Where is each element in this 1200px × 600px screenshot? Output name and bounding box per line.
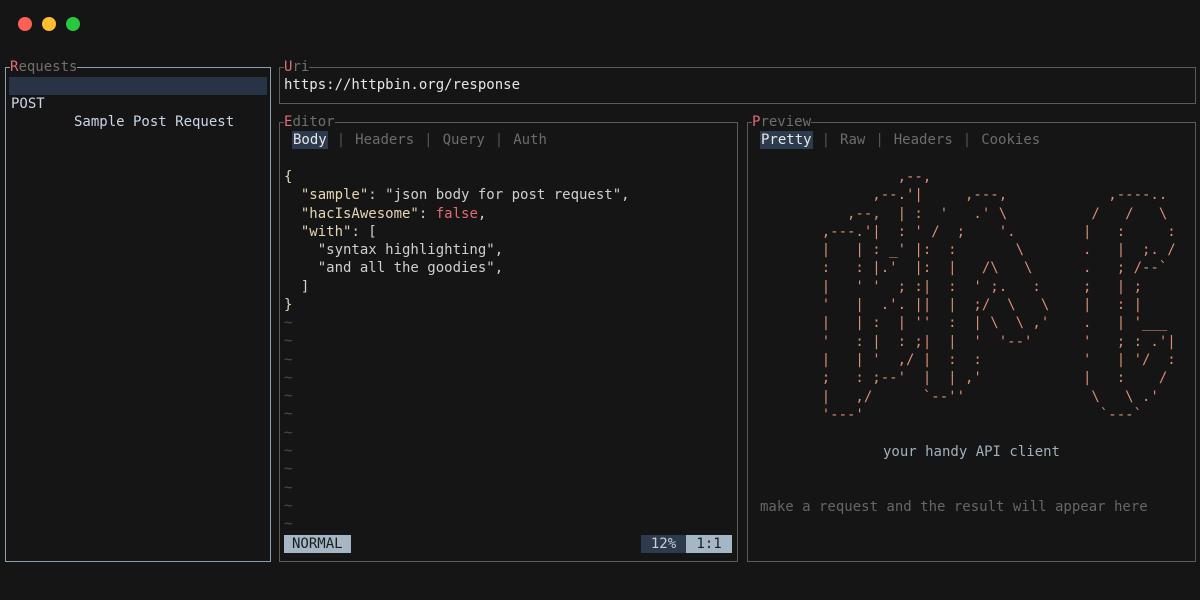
cursor-position: 1:1 [686, 535, 732, 553]
editor-panel[interactable]: Editor Body | Headers | Query | Auth { "… [279, 114, 738, 562]
tab-auth[interactable]: Auth [512, 131, 548, 149]
empty-line-marker: ~ [284, 461, 293, 478]
requests-panel-title: Requests [10, 59, 78, 75]
empty-line-marker: ~ [284, 497, 293, 514]
tab-preview-headers[interactable]: Headers [893, 131, 954, 149]
empty-line-marker: ~ [284, 406, 293, 423]
tab-headers[interactable]: Headers [354, 131, 415, 149]
empty-line-marker: ~ [284, 351, 293, 368]
tab-separator: | [821, 132, 831, 148]
tab-cookies[interactable]: Cookies [980, 131, 1041, 149]
request-name: Sample Post Request [74, 114, 235, 130]
tab-separator: | [494, 132, 504, 148]
preview-tabs: Pretty | Raw | Headers | Cookies [760, 131, 1041, 149]
code-line[interactable]: "and all the goodies", [284, 259, 630, 277]
tab-separator: | [336, 132, 346, 148]
empty-line-marker: ~ [284, 333, 293, 350]
tab-separator: | [424, 132, 433, 148]
uri-panel[interactable]: Uri https://httpbin.org/response [279, 59, 1196, 104]
code-line[interactable]: "sample": "json body for post request", [284, 186, 630, 204]
code-line[interactable]: ] [284, 278, 630, 296]
code-line[interactable]: "hacIsAwesome": false, [284, 205, 630, 223]
code-line[interactable]: } [284, 296, 630, 314]
editor-panel-title: Editor [284, 114, 335, 130]
hac-ascii-logo: ,--, ,--.'| ,---, ,----.. ,--, | : ' .' … [821, 169, 1176, 423]
uri-panel-title: Uri [284, 59, 310, 75]
empty-line-marker: ~ [284, 443, 293, 460]
empty-result-hint: make a request and the result will appea… [760, 499, 1148, 515]
preview-panel-title: Preview [752, 114, 812, 130]
empty-line-marker: ~ [284, 424, 293, 441]
vim-mode-indicator: NORMAL [284, 535, 351, 553]
request-method: POST [11, 96, 45, 112]
code-line[interactable]: "with": [ [284, 223, 630, 241]
maximize-window-button[interactable] [66, 17, 80, 31]
tab-pretty[interactable]: Pretty [760, 131, 813, 149]
minimize-window-button[interactable] [42, 17, 56, 31]
request-list-item[interactable]: POST Sample Post Request [9, 77, 267, 130]
empty-line-marker: ~ [284, 388, 293, 405]
tab-separator: | [962, 132, 972, 148]
scroll-percent: 12% [641, 535, 686, 553]
tab-raw[interactable]: Raw [839, 131, 866, 149]
tab-separator: | [875, 132, 884, 148]
tab-query[interactable]: Query [442, 131, 486, 149]
tab-body[interactable]: Body [292, 131, 328, 149]
requests-panel: Requests POST Sample Post Request [5, 59, 271, 562]
empty-line-markers: ~ ~ ~ ~ ~ ~ ~ ~ ~ ~ ~ ~ [284, 314, 292, 534]
code-line[interactable]: "syntax highlighting", [284, 241, 630, 259]
editor-tabs: Body | Headers | Query | Auth [292, 131, 548, 149]
preview-panel: Preview Pretty | Raw | Headers | Cookies… [747, 114, 1196, 562]
code-editor[interactable]: { "sample": "json body for post request"… [284, 168, 630, 314]
tagline: your handy API client [882, 444, 1060, 460]
empty-line-marker: ~ [284, 369, 293, 386]
uri-input[interactable]: https://httpbin.org/response [284, 76, 520, 94]
empty-line-marker: ~ [284, 479, 293, 496]
close-window-button[interactable] [18, 17, 32, 31]
empty-line-marker: ~ [284, 516, 293, 533]
code-line[interactable]: { [284, 168, 630, 186]
empty-line-marker: ~ [284, 315, 293, 331]
